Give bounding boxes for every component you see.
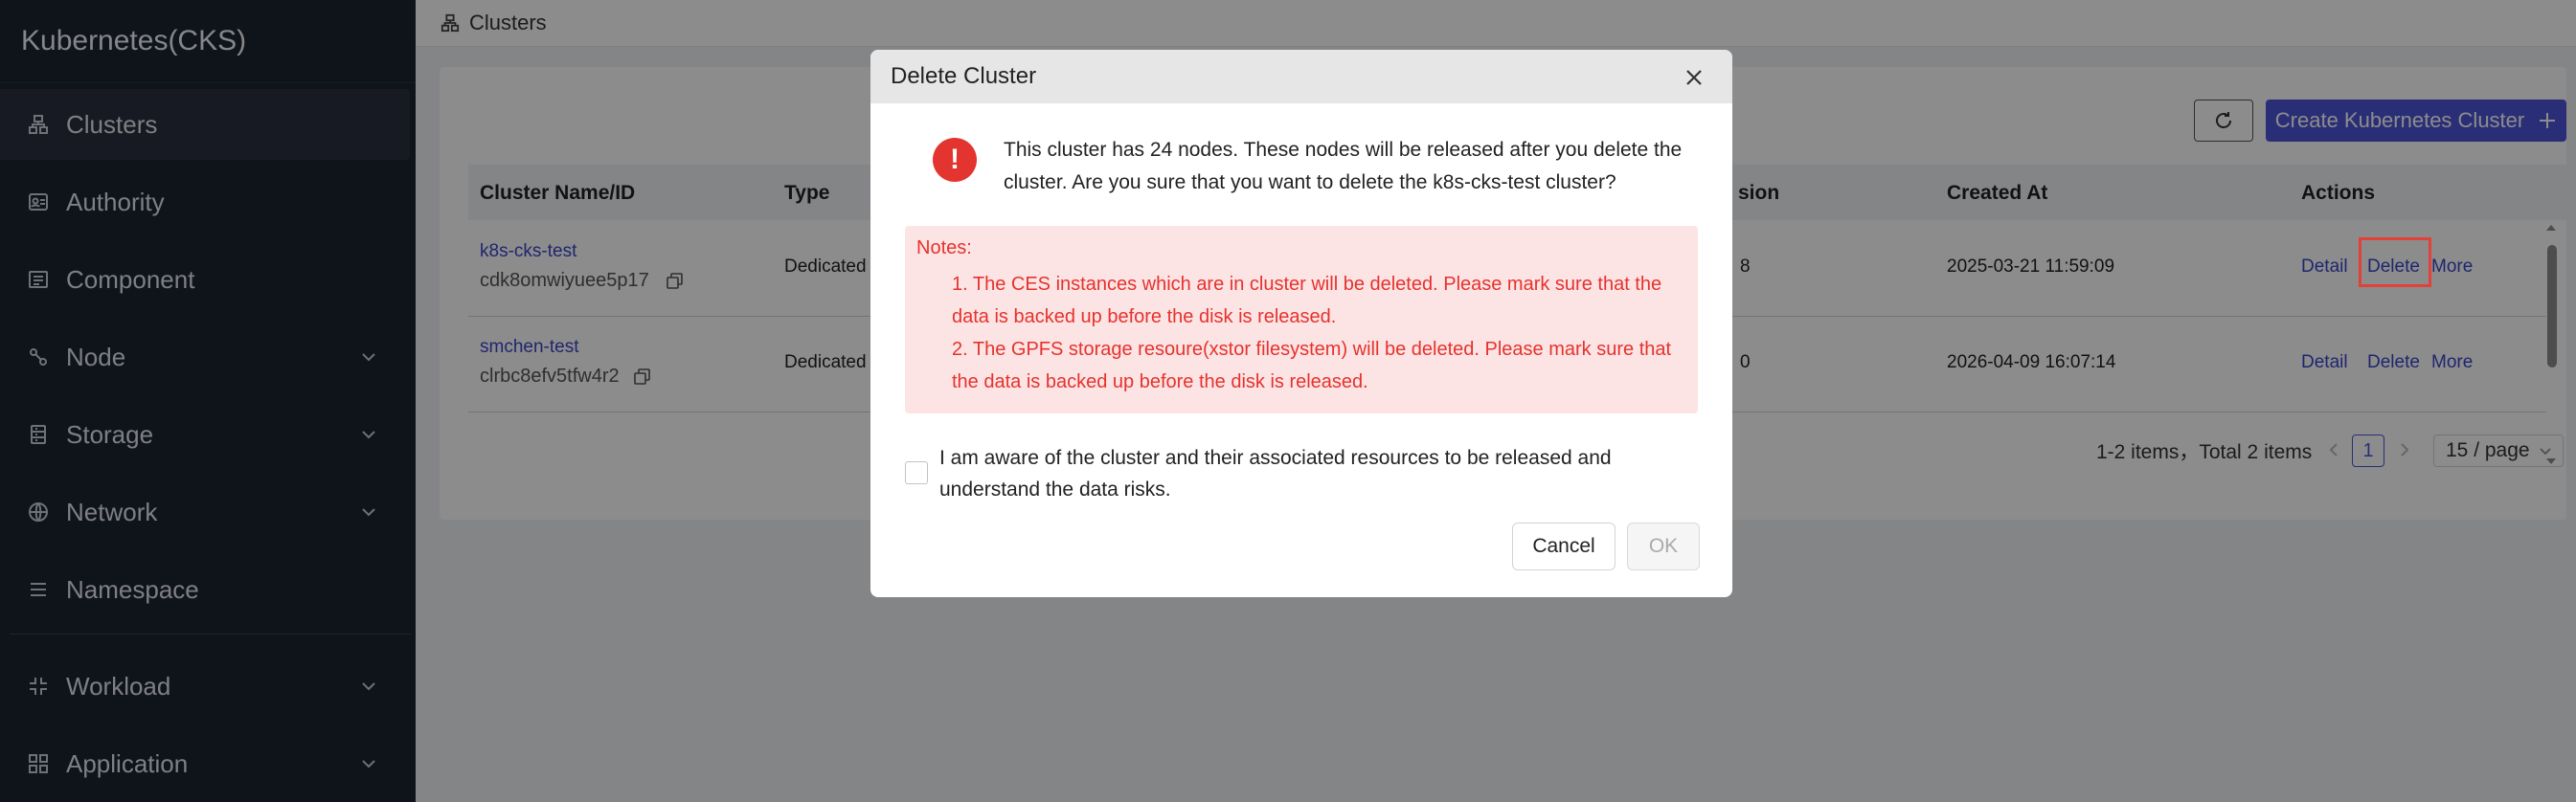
dialog-title: Delete Cluster [891,63,1037,89]
warning-symbol: ! [950,144,960,175]
acknowledge-checkbox[interactable] [905,461,928,484]
cancel-button[interactable]: Cancel [1512,523,1616,570]
acknowledge-checkbox-label[interactable]: I am aware of the cluster and their asso… [939,442,1667,505]
delete-cluster-dialog: Delete Cluster ! This cluster has 24 nod… [870,50,1732,597]
note-item: 1. The CES instances which are in cluste… [952,274,1662,327]
notes-title: Notes: [916,237,972,258]
close-icon[interactable] [1683,66,1706,89]
warning-icon: ! [933,138,977,182]
delete-link-highlight [2359,237,2431,287]
ok-button[interactable]: OK [1627,523,1700,570]
dialog-message: This cluster has 24 nodes. These nodes w… [1004,139,1683,193]
note-item: 2. The GPFS storage resoure(xstor filesy… [952,339,1672,392]
notes-box: Notes: 1. The CES instances which are in… [905,226,1698,413]
dialog-header: Delete Cluster [870,50,1732,103]
